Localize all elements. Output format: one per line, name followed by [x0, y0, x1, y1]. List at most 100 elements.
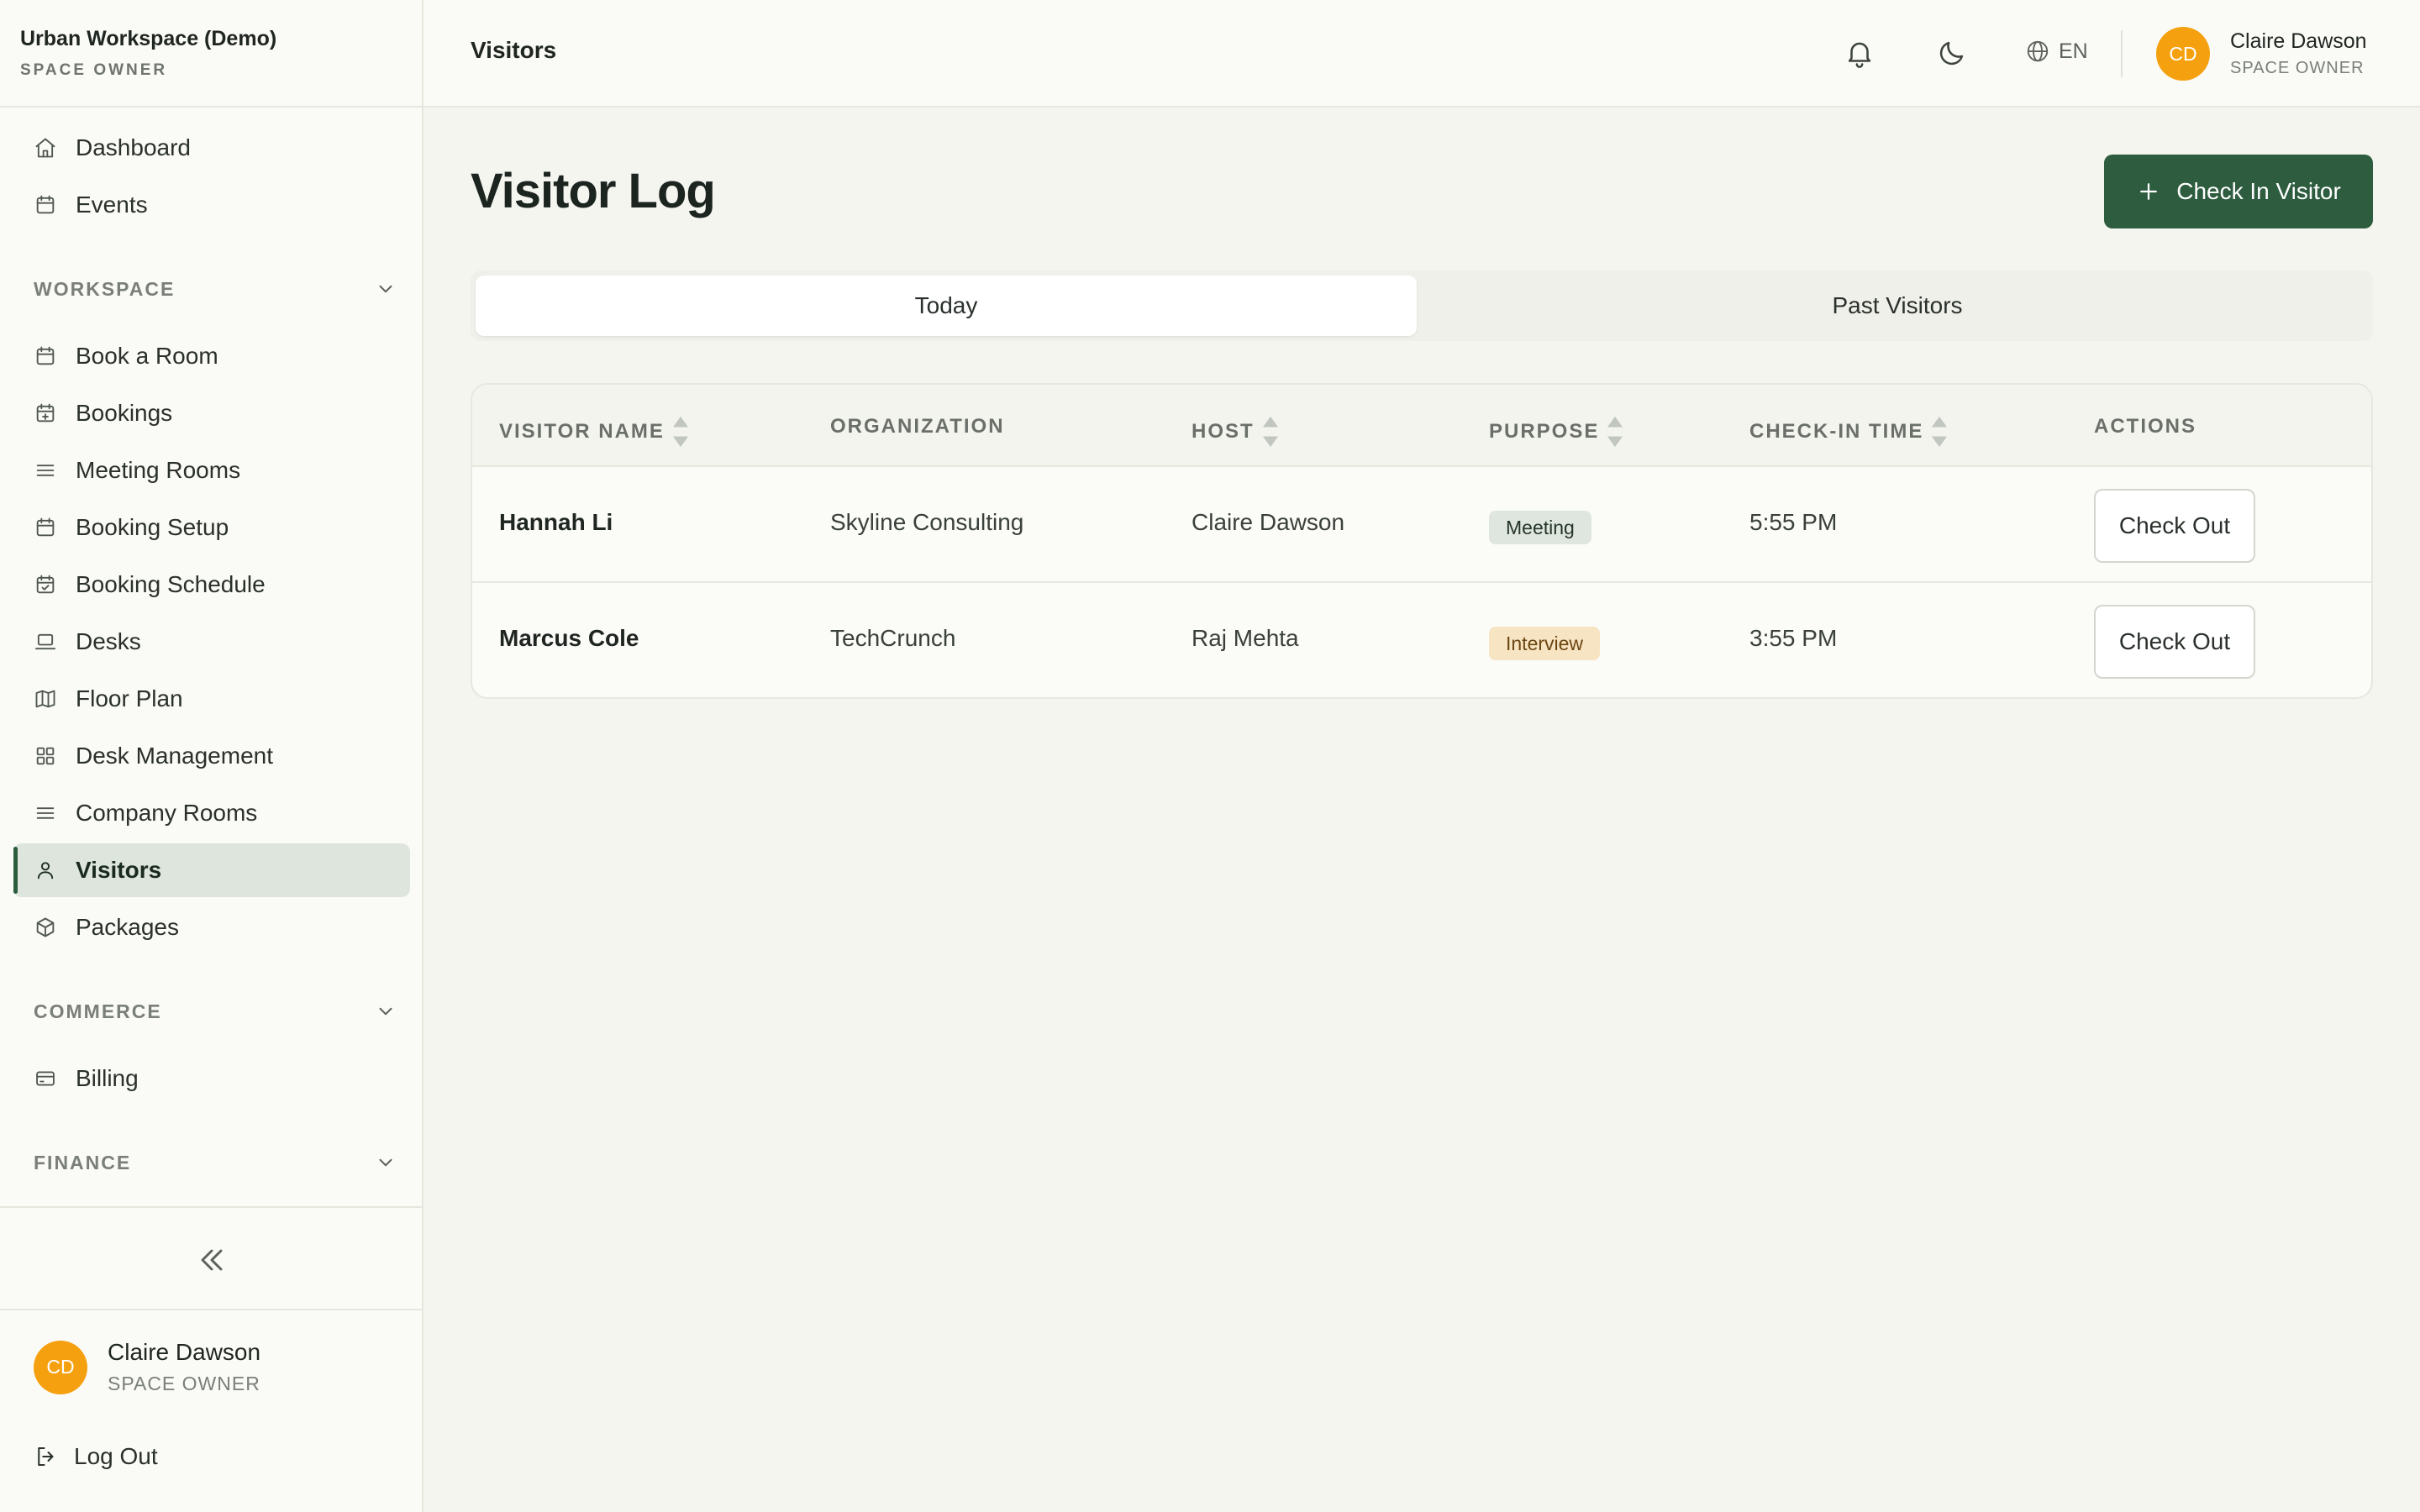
- check-in-visitor-button[interactable]: Check In Visitor: [2104, 155, 2373, 228]
- user-role: SPACE OWNER: [2230, 59, 2365, 77]
- moon-icon[interactable]: [1936, 37, 1968, 69]
- user-name: Claire Dawson: [108, 1339, 261, 1365]
- sidebar-user: CD Claire Dawson SPACE OWNER: [34, 1339, 260, 1395]
- section-workspace-toggle[interactable]: WORKSPACE: [34, 272, 397, 306]
- column-header-organization: ORGANIZATION: [830, 415, 1005, 438]
- user-name: Claire Dawson: [2230, 29, 2367, 53]
- sidebar-item-bookings[interactable]: Bookings: [13, 386, 410, 440]
- sidebar-item-label: Events: [76, 192, 148, 218]
- sidebar-item-label: Visitors: [76, 857, 162, 883]
- tab-today[interactable]: Today: [476, 276, 1417, 336]
- check-out-button[interactable]: Check Out: [2094, 489, 2255, 563]
- sidebar-item-label: Booking Schedule: [76, 571, 266, 597]
- button-label: Check In Visitor: [2176, 178, 2341, 204]
- sidebar-item-label: Company Rooms: [76, 800, 258, 826]
- map-icon: [34, 687, 57, 711]
- section-label: COMMERCE: [34, 1000, 162, 1022]
- column-label: ACTIONS: [2094, 415, 2196, 438]
- language-selector[interactable]: EN: [2025, 39, 2088, 64]
- calendar-icon: [34, 193, 57, 217]
- tab-bar: Today Past Visitors: [471, 270, 2373, 341]
- sidebar-item-label: Floor Plan: [76, 685, 183, 711]
- sidebar: Urban Workspace (Demo) SPACE OWNER Dashb…: [0, 0, 424, 1512]
- column-label: PURPOSE: [1489, 420, 1600, 443]
- sidebar-item-packages[interactable]: Packages: [13, 900, 410, 954]
- workspace-name: Urban Workspace (Demo): [20, 27, 277, 50]
- chevron-down-icon: [375, 1152, 397, 1173]
- avatar: CD: [2156, 27, 2210, 81]
- logout-icon: [34, 1444, 59, 1469]
- visitor-host: Raj Mehta: [1192, 625, 1299, 651]
- column-header-check-in-time[interactable]: CHECK-IN TIME: [1749, 415, 1949, 449]
- section-commerce-toggle[interactable]: COMMERCE: [34, 995, 397, 1028]
- sidebar-item-label: Packages: [76, 914, 179, 940]
- sidebar-item-meeting-rooms[interactable]: Meeting Rooms: [13, 444, 410, 497]
- column-header-visitor-name[interactable]: VISITOR NAME: [499, 415, 690, 449]
- calendar-icon: [34, 344, 57, 368]
- table-row: Marcus Cole TechCrunch Raj Mehta Intervi…: [472, 583, 2371, 697]
- visitor-host: Claire Dawson: [1192, 509, 1345, 535]
- column-label: VISITOR NAME: [499, 420, 665, 443]
- purpose-badge: Interview: [1489, 627, 1601, 660]
- sidebar-item-desks[interactable]: Desks: [13, 615, 410, 669]
- sidebar-item-visitors[interactable]: Visitors: [13, 843, 410, 897]
- sort-icon: [1261, 415, 1280, 449]
- sort-icon: [1930, 415, 1949, 449]
- sidebar-item-events[interactable]: Events: [13, 178, 410, 232]
- sidebar-item-floor-plan[interactable]: Floor Plan: [13, 672, 410, 726]
- tab-past-visitors[interactable]: Past Visitors: [1427, 276, 2368, 336]
- header-user-menu[interactable]: CD Claire Dawson SPACE OWNER: [2156, 27, 2367, 81]
- table-row: Hannah Li Skyline Consulting Claire Daws…: [472, 467, 2371, 583]
- calendar-check-icon: [34, 573, 57, 596]
- sidebar-item-booking-setup[interactable]: Booking Setup: [13, 501, 410, 554]
- column-label: CHECK-IN TIME: [1749, 420, 1924, 443]
- section-label: WORKSPACE: [34, 277, 176, 300]
- grid-icon: [34, 744, 57, 768]
- sidebar-item-label: Book a Room: [76, 343, 218, 369]
- sidebar-item-dashboard[interactable]: Dashboard: [13, 121, 410, 175]
- divider: [2121, 30, 2123, 77]
- logout-button[interactable]: Log Out: [34, 1443, 158, 1470]
- divider: [0, 1309, 424, 1310]
- sidebar-item-label: Bookings: [76, 400, 173, 426]
- calendar-icon: [34, 516, 57, 539]
- laptop-icon: [34, 630, 57, 654]
- chevron-down-icon: [375, 278, 397, 300]
- section-label: FINANCE: [34, 1151, 132, 1173]
- sidebar-item-desk-management[interactable]: Desk Management: [13, 729, 410, 783]
- list-icon: [34, 459, 57, 482]
- sidebar-item-label: Billing: [76, 1065, 139, 1091]
- sort-icon: [671, 415, 690, 449]
- check-in-time: 3:55 PM: [1749, 625, 1838, 651]
- purpose-badge: Meeting: [1489, 511, 1591, 544]
- visitor-table: VISITOR NAME ORGANIZATION HOST PURPOSE C…: [471, 383, 2373, 699]
- calendar-plus-icon: [34, 402, 57, 425]
- topbar: Visitors EN CD Claire Dawson SPACE OWNER: [424, 0, 2420, 108]
- list-icon: [34, 801, 57, 825]
- sidebar-item-label: Meeting Rooms: [76, 457, 241, 483]
- visitor-name: Marcus Cole: [499, 625, 639, 651]
- visitor-name: Hannah Li: [499, 509, 613, 535]
- column-header-host[interactable]: HOST: [1192, 415, 1280, 449]
- sort-icon: [1606, 415, 1624, 449]
- visitor-organization: TechCrunch: [830, 625, 956, 651]
- section-finance-toggle[interactable]: FINANCE: [34, 1146, 397, 1179]
- chevron-down-icon: [375, 1000, 397, 1022]
- user-role: SPACE OWNER: [108, 1373, 260, 1394]
- check-out-button[interactable]: Check Out: [2094, 605, 2255, 679]
- plus-icon: [2136, 179, 2161, 204]
- sidebar-item-label: Desks: [76, 628, 141, 654]
- sidebar-item-book-a-room[interactable]: Book a Room: [13, 329, 410, 383]
- credit-card-icon: [34, 1067, 57, 1090]
- brand: Urban Workspace (Demo) SPACE OWNER: [0, 0, 422, 108]
- sidebar-item-billing[interactable]: Billing: [13, 1052, 410, 1105]
- page-title: Visitor Log: [471, 164, 716, 218]
- sidebar-item-company-rooms[interactable]: Company Rooms: [13, 786, 410, 840]
- column-header-purpose[interactable]: PURPOSE: [1489, 415, 1624, 449]
- divider: [0, 1206, 424, 1208]
- sidebar-item-label: Booking Setup: [76, 514, 229, 540]
- avatar: CD: [34, 1340, 87, 1394]
- bell-icon[interactable]: [1844, 37, 1876, 69]
- sidebar-item-booking-schedule[interactable]: Booking Schedule: [13, 558, 410, 612]
- collapse-sidebar-icon[interactable]: [193, 1242, 230, 1278]
